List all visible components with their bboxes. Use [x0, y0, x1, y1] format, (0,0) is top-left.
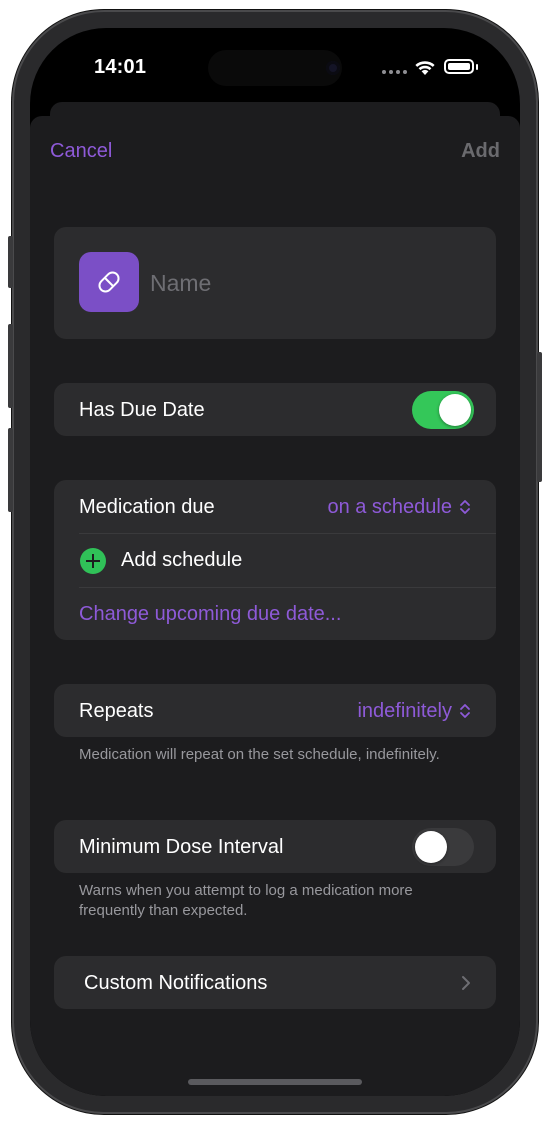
- chevron-right-icon: [462, 976, 470, 990]
- due-date-card: Has Due Date: [54, 383, 496, 436]
- medication-icon-button[interactable]: [79, 252, 139, 312]
- cancel-button[interactable]: Cancel: [50, 140, 112, 163]
- dynamic-island: [208, 50, 342, 86]
- volume-up-button: [8, 324, 13, 408]
- medication-due-value: on a schedule: [327, 496, 452, 518]
- home-indicator[interactable]: [188, 1079, 362, 1085]
- action-button: [8, 236, 13, 288]
- change-due-date-row[interactable]: Change upcoming due date...: [54, 588, 496, 640]
- add-medication-sheet: Cancel Add Has Due Date: [30, 116, 520, 1096]
- add-button[interactable]: Add: [461, 140, 500, 163]
- front-camera-icon: [326, 61, 340, 75]
- status-time: 14:01: [94, 56, 147, 78]
- toggle-knob: [439, 394, 471, 426]
- add-schedule-row[interactable]: Add schedule: [54, 534, 496, 587]
- name-card: [54, 227, 496, 339]
- add-circle-icon: [80, 548, 106, 574]
- has-due-date-toggle[interactable]: [412, 391, 474, 429]
- cellular-signal-icon: [382, 70, 407, 74]
- medication-due-row[interactable]: Medication due on a schedule: [54, 480, 496, 533]
- toggle-knob: [415, 831, 447, 863]
- screen: 14:01 Cancel Add Name Has Due Date Medic…: [30, 28, 520, 1096]
- custom-notifications-row[interactable]: Custom Notifications: [54, 956, 496, 1009]
- wifi-icon: [415, 61, 435, 75]
- repeats-label: Repeats: [79, 700, 154, 722]
- min-dose-toggle[interactable]: [412, 828, 474, 866]
- min-dose-card: Minimum Dose Interval: [54, 820, 496, 873]
- chevron-up-down-icon: [460, 704, 470, 718]
- volume-down-button: [8, 428, 13, 512]
- pill-icon: [98, 271, 120, 293]
- chevron-up-down-icon: [460, 500, 470, 514]
- power-button: [537, 352, 542, 482]
- min-dose-label: Minimum Dose Interval: [79, 836, 284, 858]
- has-due-date-label: Has Due Date: [79, 399, 205, 421]
- repeats-card[interactable]: Repeats indefinitely: [54, 684, 496, 737]
- status-bar: 14:01: [30, 28, 520, 98]
- battery-icon: [444, 59, 474, 74]
- name-input[interactable]: [150, 267, 450, 299]
- repeats-footnote: Medication will repeat on the set schedu…: [79, 746, 440, 763]
- custom-notifications-label: Custom Notifications: [84, 972, 268, 994]
- min-dose-footnote: Warns when you attempt to log a medicati…: [79, 882, 413, 919]
- repeats-value: indefinitely: [357, 700, 452, 722]
- add-schedule-label: Add schedule: [121, 549, 243, 571]
- schedule-card: Medication due on a schedule Add schedul…: [54, 480, 496, 640]
- medication-due-label: Medication due: [79, 496, 215, 518]
- change-due-date-link: Change upcoming due date...: [79, 603, 342, 625]
- battery-cap: [476, 64, 478, 70]
